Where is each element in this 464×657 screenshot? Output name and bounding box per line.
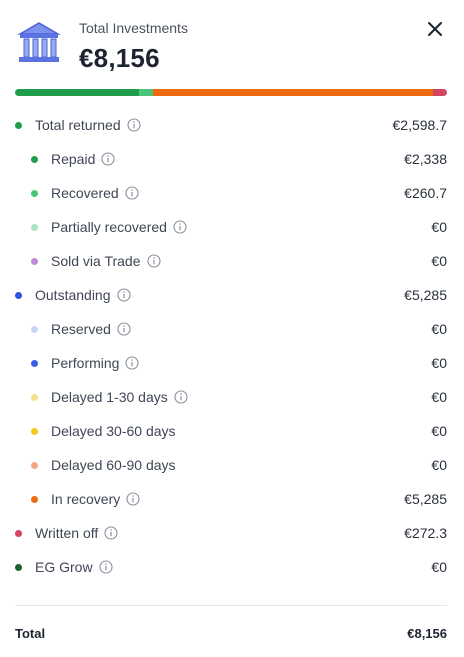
status-dot [15, 122, 22, 129]
row-label-text: Total returned [35, 117, 121, 133]
header-title: Total Investments [79, 20, 188, 36]
status-dot [31, 156, 38, 163]
row-label-text: Partially recovered [51, 219, 167, 235]
row-value: €2,598.7 [392, 117, 448, 133]
investments-header: Total Investments €8,156 [16, 16, 448, 73]
divider [15, 605, 447, 606]
row-label-text: Recovered [51, 185, 119, 201]
status-dot [31, 462, 38, 469]
status-dot [31, 394, 38, 401]
distribution-bar [15, 89, 447, 96]
breakdown-row-written-off: Written off €272.3 [0, 516, 464, 550]
breakdown-row-repaid: Repaid €2,338 [0, 142, 464, 176]
row-value: €0 [431, 321, 447, 337]
info-icon[interactable] [126, 492, 140, 506]
total-investments-amount: €8,156 [79, 43, 160, 73]
status-dot [15, 292, 22, 299]
breakdown-row-outstanding: Outstanding €5,285 [0, 278, 464, 312]
status-dot [31, 326, 38, 333]
row-value: €0 [431, 423, 447, 439]
row-label-text: In recovery [51, 491, 121, 507]
total-label: Total [15, 626, 46, 641]
breakdown-row-total-returned: Total returned €2,598.7 [0, 108, 464, 142]
row-label: Recovered [51, 185, 139, 201]
row-label: Delayed 30-60 days [51, 423, 176, 439]
row-label-text: EG Grow [35, 559, 93, 575]
bank-icon [17, 22, 61, 62]
info-icon[interactable] [173, 220, 187, 234]
info-icon[interactable] [99, 560, 113, 574]
row-value: €5,285 [404, 287, 447, 303]
info-icon[interactable] [174, 390, 188, 404]
info-icon[interactable] [117, 322, 131, 336]
row-value: €0 [431, 389, 447, 405]
row-value: €0 [431, 559, 447, 575]
row-label-text: Written off [35, 525, 99, 541]
row-label-text: Sold via Trade [51, 253, 141, 269]
breakdown-row-delayed-60-90: Delayed 60-90 days €0 [0, 448, 464, 482]
bar-segment [15, 89, 139, 96]
info-icon[interactable] [125, 356, 140, 370]
row-value: €0 [431, 355, 447, 371]
breakdown-row-partially-recovered: Partially recovered €0 [0, 210, 464, 244]
row-label: Outstanding [35, 287, 131, 303]
info-icon[interactable] [104, 526, 118, 540]
row-value: €272.3 [404, 525, 447, 541]
info-icon[interactable] [127, 118, 141, 132]
breakdown-row-eg-grow: EG Grow €0 [0, 550, 464, 584]
row-label: Performing [51, 355, 140, 371]
info-icon[interactable] [146, 254, 161, 268]
status-dot [31, 224, 38, 231]
total-row: Total €8,156 [15, 626, 447, 641]
breakdown-row-recovered: Recovered €260.7 [0, 176, 464, 210]
close-icon[interactable] [424, 18, 446, 40]
row-value: €260.7 [404, 185, 447, 201]
row-label: EG Grow [35, 559, 113, 575]
bar-segment [152, 89, 433, 96]
breakdown-row-performing: Performing €0 [0, 346, 464, 380]
breakdown-list: Total returned €2,598.7 Repaid €2,338 Recove… [0, 108, 464, 584]
row-value: €0 [431, 457, 447, 473]
row-label-text: Delayed 30-60 days [51, 423, 176, 439]
row-label-text: Delayed 1-30 days [51, 389, 168, 405]
breakdown-row-in-recovery: In recovery €5,285 [0, 482, 464, 516]
row-label: Reserved [51, 321, 131, 337]
status-dot [31, 496, 38, 503]
info-icon[interactable] [101, 152, 115, 166]
row-value: €0 [431, 219, 447, 235]
breakdown-row-sold-via-trade: Sold via Trade €0 [0, 244, 464, 278]
row-label: Sold via Trade [51, 253, 161, 269]
bar-segment [138, 89, 153, 96]
row-label: Repaid [51, 151, 115, 167]
status-dot [31, 428, 38, 435]
info-icon[interactable] [125, 186, 139, 200]
row-label-text: Repaid [51, 151, 96, 167]
row-label-text: Delayed 60-90 days [51, 457, 176, 473]
status-dot [31, 258, 38, 265]
row-label-text: Reserved [51, 321, 111, 337]
row-value: €0 [431, 253, 447, 269]
total-value: €8,156 [407, 626, 447, 641]
status-dot [15, 530, 22, 537]
status-dot [15, 564, 22, 571]
row-value: €2,338 [404, 151, 447, 167]
row-label: Total returned [35, 117, 141, 133]
info-icon[interactable] [116, 288, 131, 302]
breakdown-row-delayed-30-60: Delayed 30-60 days €0 [0, 414, 464, 448]
breakdown-row-delayed-1-30: Delayed 1-30 days €0 [0, 380, 464, 414]
row-label: Delayed 60-90 days [51, 457, 176, 473]
row-label: Partially recovered [51, 219, 187, 235]
row-label: Written off [35, 525, 118, 541]
bar-segment [432, 89, 447, 96]
status-dot [31, 360, 38, 367]
breakdown-row-reserved: Reserved €0 [0, 312, 464, 346]
row-label-text: Outstanding [35, 287, 111, 303]
row-label: In recovery [51, 491, 140, 507]
status-dot [31, 190, 38, 197]
row-label-text: Performing [51, 355, 120, 371]
row-label: Delayed 1-30 days [51, 389, 188, 405]
row-value: €5,285 [404, 491, 447, 507]
